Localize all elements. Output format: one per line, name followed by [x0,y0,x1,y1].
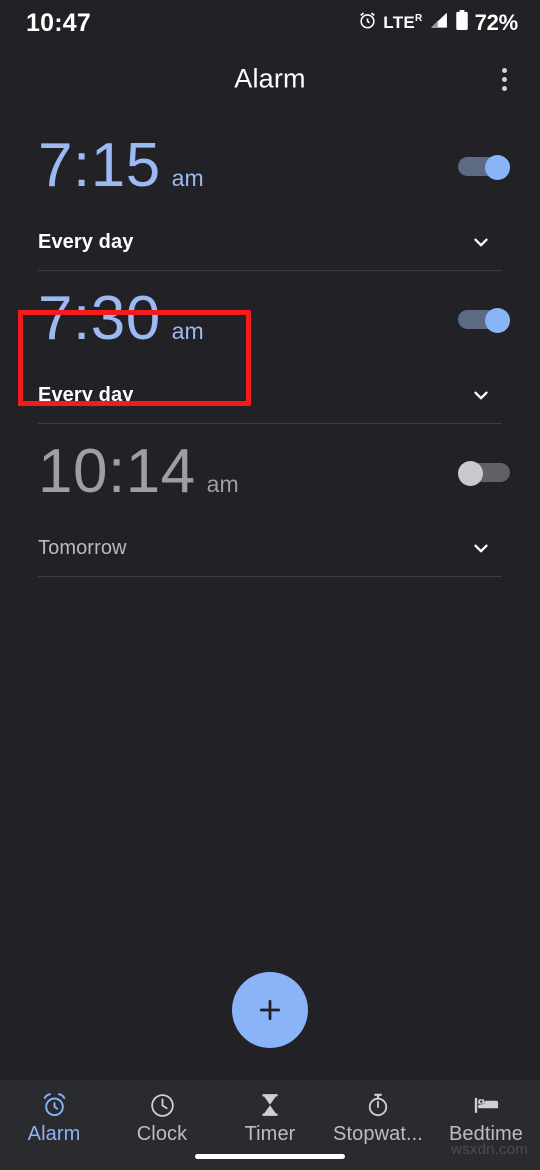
chevron-down-icon[interactable] [470,384,492,406]
status-bar-icons: LTE R 72% [358,10,518,36]
toggle-thumb [485,308,510,333]
network-type-indicator: LTE R [383,13,423,32]
alarm-time-meridiem: am [171,165,204,191]
alarm-time[interactable]: 7:30 am [38,288,204,350]
watermark: wsxdn.com [451,1141,528,1158]
alarm-enable-toggle[interactable] [458,155,510,180]
overflow-menu-button[interactable] [482,57,526,101]
signal-bars-icon [429,11,449,35]
overflow-dot-icon [501,67,507,73]
tab-stopwatch-label: Stopwat... [333,1123,423,1145]
alarm-time-value: 7:15 [38,131,161,200]
home-indicator[interactable] [195,1154,345,1159]
alarm-enable-toggle[interactable] [458,461,510,486]
clock-icon [149,1090,176,1120]
hourglass-icon [257,1090,283,1120]
tab-timer-label: Timer [244,1123,296,1145]
overflow-dot-icon [501,85,507,91]
alarm-enable-toggle[interactable] [458,308,510,333]
plus-icon [259,999,281,1021]
tab-alarm[interactable]: Alarm [0,1090,108,1146]
alarm-time-meridiem: am [206,471,239,497]
phone-screen: 10:47 LTE R 72% Alarm 7:15 am Every day … [0,0,540,1170]
status-bar-clock: 10:47 [26,8,91,37]
overflow-dot-icon [501,76,507,82]
alarm-schedule-row[interactable]: Every day [0,214,540,270]
toggle-thumb [458,461,483,486]
alarm-clock-icon [41,1090,68,1120]
alarm-schedule-label: Every day [38,383,134,406]
chevron-down-icon[interactable] [470,537,492,559]
roaming-indicator: R [415,13,423,24]
page-title: Alarm [234,63,306,94]
alarm-time[interactable]: 10:14 am [38,441,239,503]
tab-bedtime[interactable]: Bedtime [432,1090,540,1146]
bed-icon [473,1090,500,1120]
alarm-list-item[interactable]: 10:14 am Tomorrow [0,424,540,577]
alarm-time[interactable]: 7:15 am [38,135,204,197]
alarm-time-meridiem: am [171,318,204,344]
tab-stopwatch[interactable]: Stopwat... [324,1090,432,1146]
chevron-down-icon[interactable] [470,231,492,253]
add-alarm-button[interactable] [232,972,308,1048]
app-bar: Alarm [0,46,540,112]
alarm-schedule-label: Tomorrow [38,536,127,559]
alarm-schedule-row[interactable]: Tomorrow [0,520,540,576]
tab-clock[interactable]: Clock [108,1090,216,1146]
alarm-list-item[interactable]: 7:30 am Every day [0,271,540,424]
stopwatch-icon [365,1090,391,1120]
tab-alarm-label: Alarm [27,1123,81,1145]
toggle-thumb [485,155,510,180]
alarm-schedule-row[interactable]: Every day [0,367,540,423]
alarm-time-value: 7:30 [38,284,161,353]
alarm-list: 7:15 am Every day 7:30 am Every day 10:1… [0,118,540,577]
tab-timer[interactable]: Timer [216,1090,324,1146]
tab-clock-label: Clock [136,1123,188,1145]
list-divider [38,576,502,577]
alarm-time-row[interactable]: 10:14 am [0,424,540,520]
battery-percent-label: 72% [474,10,519,35]
battery-icon [455,10,469,36]
alarm-list-item[interactable]: 7:15 am Every day [0,118,540,271]
alarm-clock-icon [358,11,377,35]
status-bar: 10:47 LTE R 72% [0,0,540,46]
alarm-time-row[interactable]: 7:15 am [0,118,540,214]
alarm-time-row[interactable]: 7:30 am [0,271,540,367]
alarm-time-value: 10:14 [38,437,196,506]
alarm-schedule-label: Every day [38,230,134,253]
